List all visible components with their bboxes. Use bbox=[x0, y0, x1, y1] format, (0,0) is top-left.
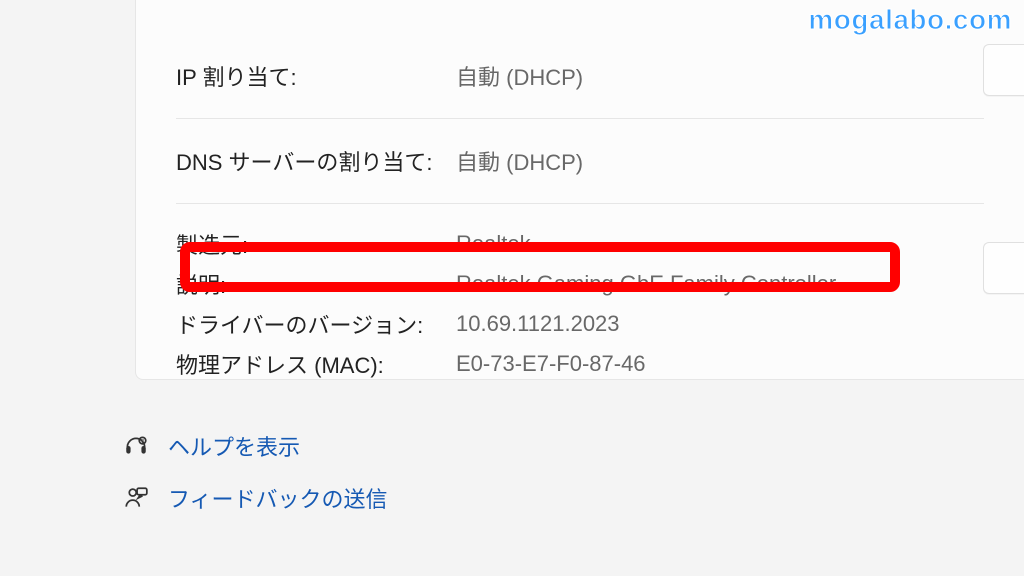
label-manufacturer: 製造元: bbox=[176, 228, 456, 260]
value-ip-assignment: 自動 (DHCP) bbox=[456, 60, 984, 92]
label-description: 説明: bbox=[176, 268, 456, 300]
label-dns-assignment: DNS サーバーの割り当て: bbox=[176, 145, 456, 177]
help-icon: ? bbox=[122, 432, 150, 460]
feedback-icon bbox=[122, 484, 150, 512]
label-ip-assignment: IP 割り当て: bbox=[176, 60, 456, 92]
separator bbox=[176, 203, 984, 204]
row-driver-version: ドライバーのバージョン: 10.69.1121.2023 bbox=[136, 304, 1024, 344]
footer-links: ? ヘルプを表示 フィードバックの送信 bbox=[122, 420, 388, 524]
feedback-link[interactable]: フィードバックの送信 bbox=[168, 482, 388, 514]
svg-text:?: ? bbox=[141, 439, 144, 445]
value-description: Realtek Gaming GbE Family Controller bbox=[456, 271, 984, 297]
network-details-panel: IP 割り当て: 自動 (DHCP) DNS サーバーの割り当て: 自動 (DH… bbox=[135, 0, 1024, 380]
value-manufacturer: Realtek bbox=[456, 231, 984, 257]
help-link[interactable]: ヘルプを表示 bbox=[168, 430, 300, 462]
label-driver-version: ドライバーのバージョン: bbox=[176, 308, 456, 340]
row-manufacturer: 製造元: Realtek bbox=[136, 224, 1024, 264]
value-mac: E0-73-E7-F0-87-46 bbox=[456, 351, 984, 377]
row-mac: 物理アドレス (MAC): E0-73-E7-F0-87-46 bbox=[136, 344, 1024, 384]
value-driver-version: 10.69.1121.2023 bbox=[456, 311, 984, 337]
row-ip-assignment: IP 割り当て: 自動 (DHCP) bbox=[136, 54, 1024, 98]
separator bbox=[176, 118, 984, 119]
left-nav-stub bbox=[0, 0, 80, 576]
value-dns-assignment: 自動 (DHCP) bbox=[456, 145, 984, 177]
row-dns-assignment: DNS サーバーの割り当て: 自動 (DHCP) bbox=[136, 139, 1024, 183]
row-description: 説明: Realtek Gaming GbE Family Controller bbox=[136, 264, 1024, 304]
label-mac: 物理アドレス (MAC): bbox=[176, 348, 456, 380]
